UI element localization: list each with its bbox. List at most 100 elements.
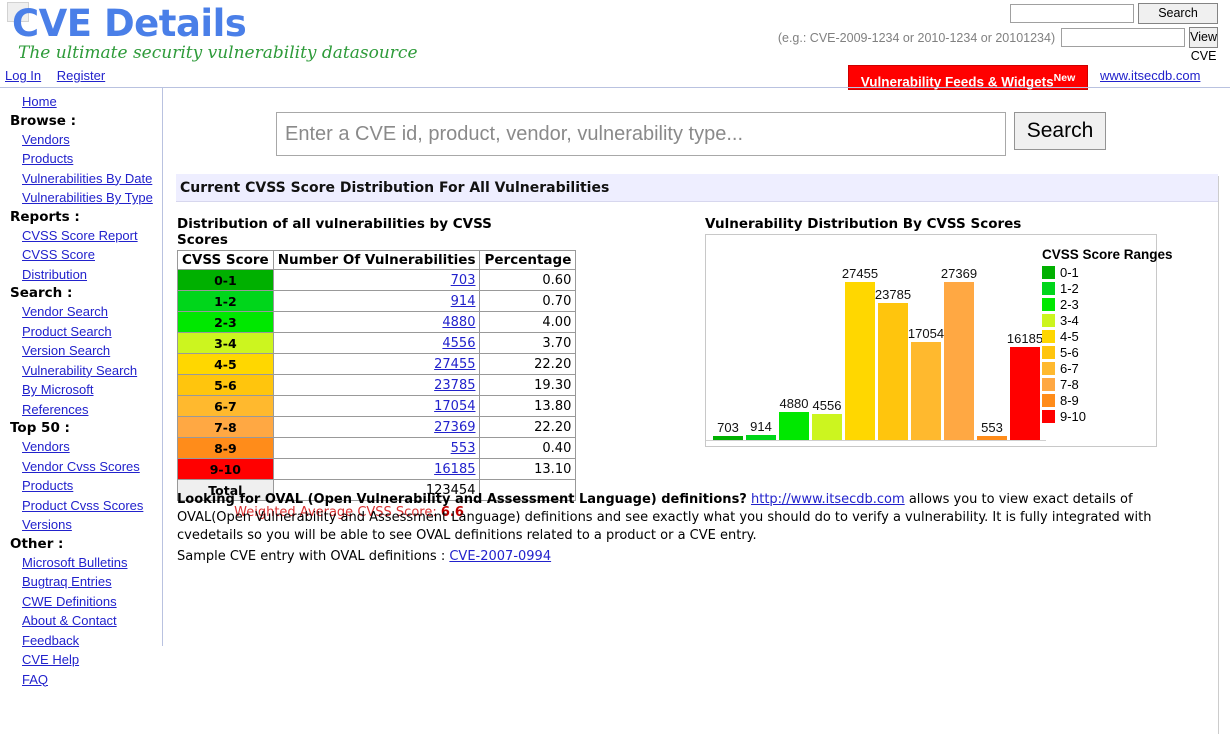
- sidebar-item-label[interactable]: Vendor Search: [22, 304, 108, 319]
- chart-bar-value-label: 914: [750, 419, 772, 434]
- sidebar-item-vendor-search[interactable]: Vendor Search: [0, 302, 162, 322]
- sidebar-item-about-contact[interactable]: About & Contact: [0, 611, 162, 631]
- oval-itsecdb-link[interactable]: http://www.itsecdb.com: [751, 492, 905, 507]
- sidebar-item-label[interactable]: Microsoft Bulletins: [22, 555, 127, 570]
- sidebar-item-label[interactable]: Home: [22, 94, 57, 109]
- login-link[interactable]: Log In: [5, 68, 41, 83]
- vulnerability-count-link[interactable]: 17054: [434, 399, 475, 414]
- search-input[interactable]: [276, 112, 1006, 156]
- sidebar-item-feedback[interactable]: Feedback: [0, 631, 162, 651]
- table-row: 3-4 4556 3.70: [177, 332, 577, 354]
- sidebar-item-label[interactable]: Versions: [22, 517, 72, 532]
- vulnerability-count-link[interactable]: 23785: [434, 378, 475, 393]
- sidebar-item-label[interactable]: About & Contact: [22, 613, 117, 628]
- vulnerability-count-link[interactable]: 553: [451, 441, 476, 456]
- vulnerability-count-link[interactable]: 4556: [442, 336, 475, 351]
- table-header-row: CVSS Score Number Of Vulnerabilities Per…: [177, 250, 577, 270]
- header-search-button[interactable]: Search: [1138, 3, 1218, 24]
- sidebar-item-vulnerabilities-by-type[interactable]: Vulnerabilities By Type: [0, 188, 162, 208]
- sidebar-item-cvss-score-report[interactable]: CVSS Score Report: [0, 226, 162, 246]
- sidebar-item-microsoft-bulletins[interactable]: Microsoft Bulletins: [0, 553, 162, 573]
- legend-color-swatch: [1042, 329, 1055, 343]
- vulnerability-count-link[interactable]: 16185: [434, 462, 475, 477]
- column-header-number: Number Of Vulnerabilities: [272, 250, 481, 270]
- chart-title: Vulnerability Distribution By CVSS Score…: [705, 216, 1022, 232]
- sidebar-item-vulnerability-search[interactable]: Vulnerability Search: [0, 361, 162, 381]
- header-search-input[interactable]: [1010, 4, 1134, 23]
- oval-sample-label: Sample CVE entry with OVAL definitions :: [177, 549, 450, 564]
- sidebar-item-faq[interactable]: FAQ: [0, 670, 162, 690]
- sidebar-item-label[interactable]: CVSS Score Report: [22, 228, 138, 243]
- chart-bar-value-label: 4880: [779, 396, 809, 411]
- sidebar-item-vendors[interactable]: Vendors: [0, 437, 162, 457]
- sidebar-item-version-search[interactable]: Version Search: [0, 341, 162, 361]
- sidebar-item-products[interactable]: Products: [0, 476, 162, 496]
- sidebar-item-label[interactable]: Distribution: [22, 267, 87, 282]
- sidebar-item-label[interactable]: Vendors: [22, 132, 70, 147]
- legend-color-swatch: [1042, 409, 1055, 423]
- vulnerability-count-cell: 27369: [272, 416, 481, 438]
- sidebar-item-bugtraq-entries[interactable]: Bugtraq Entries: [0, 572, 162, 592]
- vulnerability-count-link[interactable]: 914: [451, 294, 476, 309]
- sidebar-item-home[interactable]: Home: [0, 92, 162, 112]
- chart-bar-value-label: 27455: [841, 266, 879, 281]
- score-range-cell: 2-3: [177, 311, 274, 333]
- sidebar-item-product-cvss-scores[interactable]: Product Cvss Scores: [0, 496, 162, 516]
- sidebar-item-label[interactable]: Version Search: [22, 343, 110, 358]
- legend-item-label: 4-5: [1060, 328, 1079, 344]
- sidebar-item-vulnerabilities-by-date[interactable]: Vulnerabilities By Date: [0, 169, 162, 189]
- sidebar-item-by-microsoft[interactable]: By Microsoft: [0, 380, 162, 400]
- percentage-cell: 19.30: [479, 374, 577, 396]
- sidebar-item-label[interactable]: Product Search: [22, 324, 112, 339]
- sidebar-item-label[interactable]: Vendors: [22, 439, 70, 454]
- sidebar-item-label[interactable]: CVSS Score: [22, 247, 95, 262]
- percentage-cell: 0.60: [479, 269, 577, 291]
- register-link[interactable]: Register: [57, 68, 105, 83]
- sidebar-item-label[interactable]: Product Cvss Scores: [22, 498, 143, 513]
- sidebar-item-label[interactable]: References: [22, 402, 88, 417]
- sidebar-item-label[interactable]: CVE Help: [22, 652, 79, 667]
- vulnerability-count-cell: 914: [272, 290, 481, 312]
- page-body: Home Browse : Vendors Products Vulnerabiliti…: [0, 88, 1230, 734]
- sidebar-item-label[interactable]: Vendor Cvss Scores: [22, 459, 140, 474]
- vulnerability-count-link[interactable]: 27455: [434, 357, 475, 372]
- chart-baseline: [706, 440, 1046, 441]
- sidebar-item-product-search[interactable]: Product Search: [0, 322, 162, 342]
- vulnerability-count-link[interactable]: 703: [451, 273, 476, 288]
- oval-sample-cve-link[interactable]: CVE-2007-0994: [449, 549, 551, 564]
- sidebar-item-label[interactable]: Vulnerability Search: [22, 363, 137, 378]
- sidebar-item-cve-help[interactable]: CVE Help: [0, 650, 162, 670]
- sidebar-item-products[interactable]: Products: [0, 149, 162, 169]
- sidebar-item-versions[interactable]: Versions: [0, 515, 162, 535]
- vulnerability-count-cell: 553: [272, 437, 481, 459]
- sidebar-item-label[interactable]: By Microsoft: [22, 382, 94, 397]
- view-cve-button[interactable]: View CVE: [1189, 27, 1218, 63]
- sidebar-item-label[interactable]: Feedback: [22, 633, 79, 648]
- chart-bar-rect: [944, 282, 974, 440]
- sidebar-item-vendors[interactable]: Vendors: [0, 130, 162, 150]
- sidebar-item-label[interactable]: Products: [22, 478, 73, 493]
- itsecdb-link[interactable]: www.itsecdb.com: [1100, 68, 1200, 83]
- table-row: 1-2 914 0.70: [177, 290, 577, 312]
- sidebar-item-label[interactable]: Vulnerabilities By Date: [22, 171, 152, 186]
- sidebar-item-distribution[interactable]: Distribution: [0, 265, 162, 285]
- sidebar-item-label[interactable]: CWE Definitions: [22, 594, 117, 609]
- sidebar-item-label[interactable]: Vulnerabilities By Type: [22, 190, 153, 205]
- sidebar-item-label[interactable]: Products: [22, 151, 73, 166]
- percentage-cell: 4.00: [479, 311, 577, 333]
- legend-title: CVSS Score Ranges: [1042, 247, 1173, 262]
- sidebar-item-cwe-definitions[interactable]: CWE Definitions: [0, 592, 162, 612]
- legend-color-swatch: [1042, 345, 1055, 359]
- cve-id-input[interactable]: [1061, 28, 1186, 47]
- sidebar-item-vendor-cvss-scores[interactable]: Vendor Cvss Scores: [0, 457, 162, 477]
- search-button[interactable]: Search: [1014, 112, 1106, 150]
- sidebar-item-references[interactable]: References: [0, 400, 162, 420]
- sidebar-item-label[interactable]: Bugtraq Entries: [22, 574, 112, 589]
- sidebar-item-label[interactable]: FAQ: [22, 672, 48, 687]
- vulnerability-count-link[interactable]: 27369: [434, 420, 475, 435]
- vulnerability-count-link[interactable]: 4880: [442, 315, 475, 330]
- oval-lead: Looking for OVAL (Open Vulnerability and…: [177, 492, 747, 507]
- sidebar-item-cvss-score[interactable]: CVSS Score: [0, 245, 162, 265]
- vulnerability-count-cell: 4880: [272, 311, 481, 333]
- score-range-cell: 4-5: [177, 353, 274, 375]
